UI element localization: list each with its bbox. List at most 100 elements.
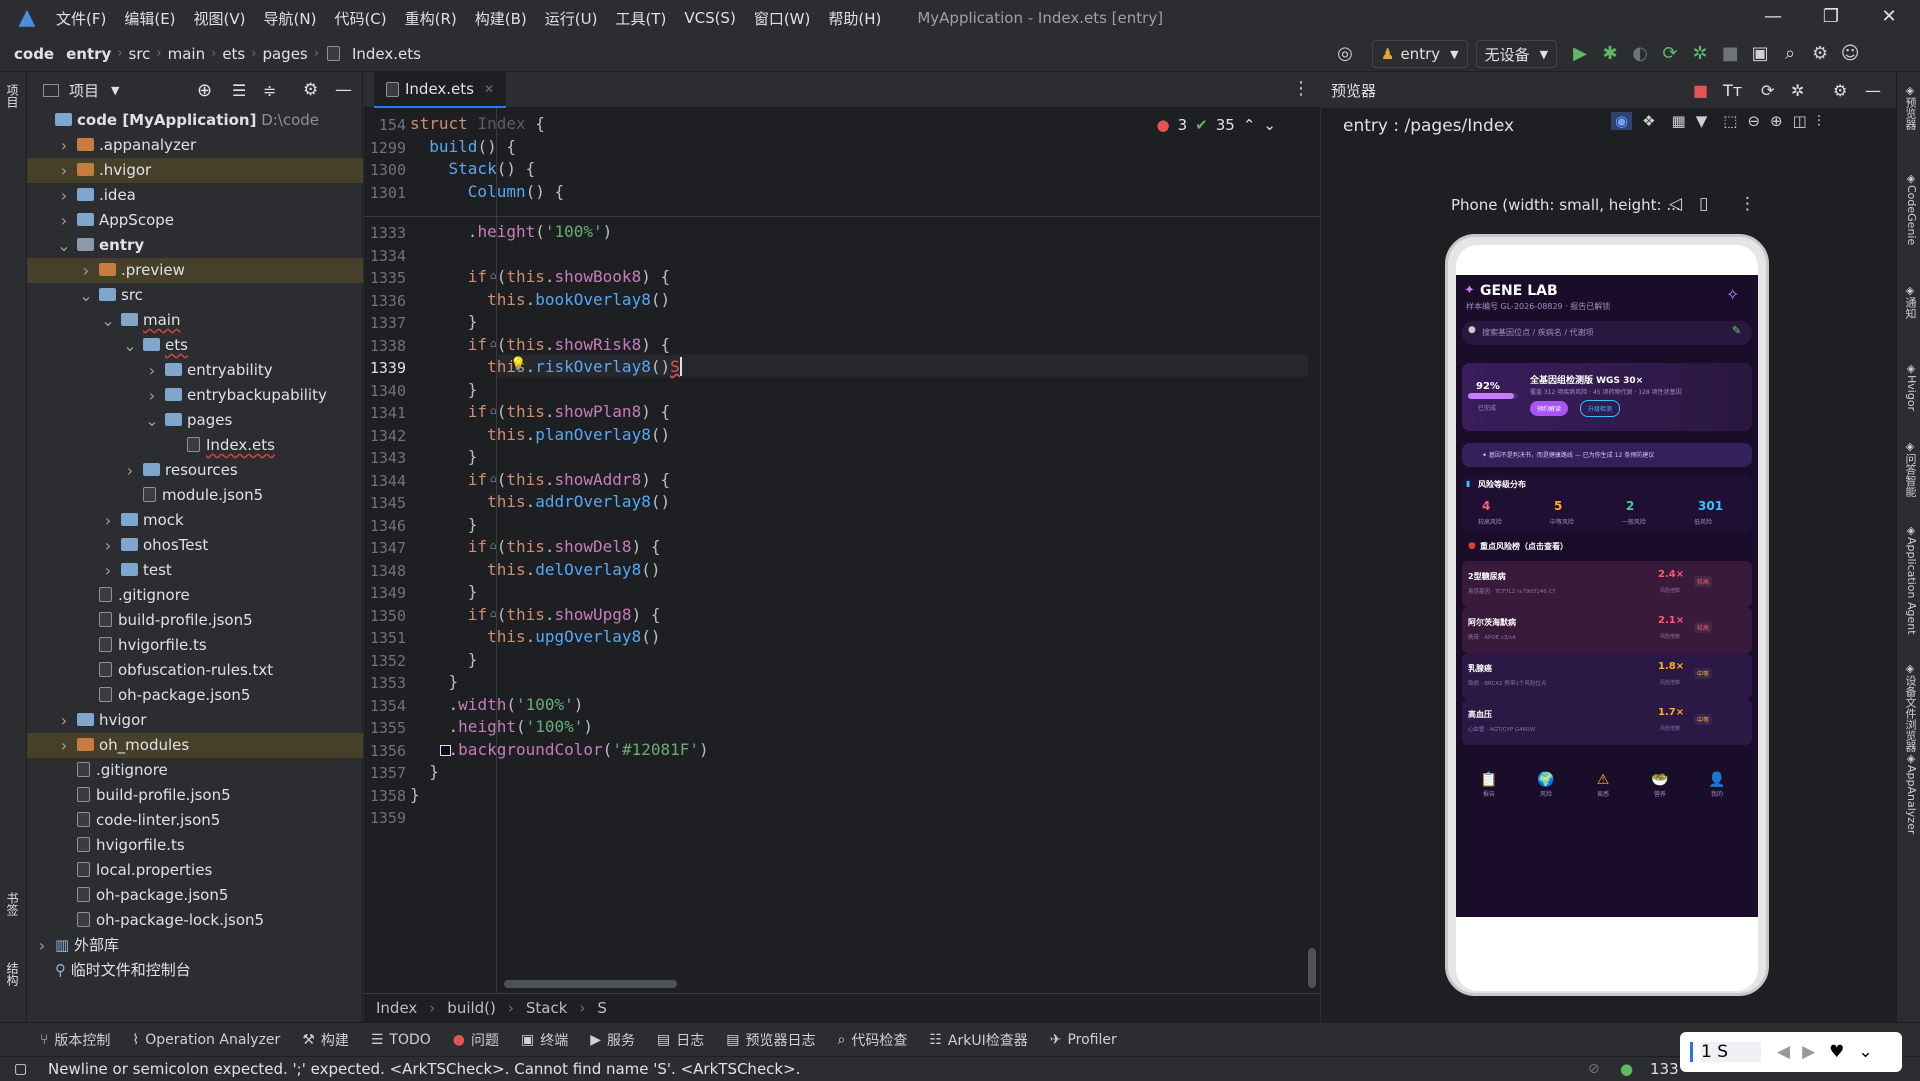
debug-icon[interactable]: ✱	[1595, 39, 1625, 69]
sticky-code-line[interactable]: build() {	[410, 137, 516, 156]
problems-indicator[interactable]: ● 3 ✔ 35 ⌃ ⌄	[1157, 116, 1276, 134]
zoom-in-icon[interactable]: ⊕	[1770, 112, 1783, 130]
code-line[interactable]: if (this.showBook8) {	[410, 267, 670, 286]
close-window-icon[interactable]: ✕	[1860, 0, 1918, 36]
chevron-down-icon[interactable]: ▼	[111, 84, 119, 97]
project-tool-button[interactable]: 项目	[5, 84, 21, 108]
ime-next-icon[interactable]: ▶	[1802, 1042, 1815, 1062]
menu-view[interactable]: 视图(V)	[194, 8, 246, 29]
chevron-right-icon[interactable]: ›	[79, 258, 93, 283]
breadcrumb-struct[interactable]: Index	[376, 999, 417, 1017]
arkui-inspector-button[interactable]: ☷ ArkUI检查器	[929, 1030, 1027, 1050]
breadcrumb-code[interactable]: code	[14, 45, 54, 63]
stop-icon[interactable]: ■	[1715, 39, 1745, 69]
layout-icon[interactable]: ▢	[14, 1057, 27, 1081]
more-options-icon[interactable]: ⋮	[1292, 78, 1310, 99]
code-line[interactable]: this.delOverlay8()	[410, 560, 660, 579]
breadcrumb-src[interactable]: src	[129, 45, 151, 63]
menu-navigate[interactable]: 导航(N)	[264, 8, 317, 29]
problems-tool-button[interactable]: ● 问题	[453, 1030, 499, 1050]
breadcrumb-ets[interactable]: ets	[222, 45, 245, 63]
zoom-out-icon[interactable]: ⊖	[1747, 112, 1760, 130]
sticky-code-line[interactable]: Stack() {	[410, 159, 536, 178]
tree-item[interactable]: build-profile.json5	[27, 783, 363, 808]
breadcrumb-build[interactable]: build()	[447, 999, 496, 1017]
tree-item[interactable]: .gitignore	[27, 583, 363, 608]
menu-code[interactable]: 代码(C)	[334, 8, 386, 29]
todo-tool-button[interactable]: ☰ TODO	[371, 1032, 431, 1048]
color-swatch-icon[interactable]	[440, 744, 451, 756]
hide-panel-icon[interactable]: —	[335, 80, 352, 100]
tree-item[interactable]: › .preview	[27, 258, 363, 283]
profiler-button[interactable]: ✈ Profiler	[1050, 1032, 1117, 1048]
tree-item[interactable]: build-profile.json5	[27, 608, 363, 633]
edit-icon[interactable]: ✎	[1732, 324, 1741, 337]
code-line[interactable]: if (this.showUpg8) {	[410, 605, 661, 624]
stop-preview-icon[interactable]: ■	[1693, 81, 1708, 100]
tree-item[interactable]: ⌄ src	[27, 283, 363, 308]
code-line[interactable]: }	[410, 672, 459, 691]
account-icon[interactable]: ☺	[1835, 39, 1865, 69]
chevron-down-icon[interactable]: ⌄	[123, 333, 137, 358]
code-line[interactable]: .height('100%')	[410, 717, 594, 736]
run-icon[interactable]: ▶	[1565, 39, 1595, 69]
search-input[interactable]: ● 搜索基因位点 / 疾病名 / 代谢项 ✎	[1462, 321, 1752, 345]
expand-all-icon[interactable]: ☰	[232, 81, 246, 100]
code-line[interactable]: }	[410, 515, 478, 534]
tree-item[interactable]: ⌄ main	[27, 308, 363, 333]
chevron-right-icon[interactable]: ›	[57, 708, 71, 733]
menu-help[interactable]: 帮助(H)	[828, 8, 881, 29]
risk-item[interactable]: 阿尔茨海默病 携带 · APOE ε3/ε4 2.1× 风险倍数 较高	[1462, 607, 1752, 653]
upgrade-test-button[interactable]: 升级检测	[1580, 400, 1621, 417]
caret-position[interactable]: 133	[1650, 1057, 1679, 1081]
operation-analyzer-button[interactable]: ⌇ Operation Analyzer	[132, 1032, 280, 1048]
chevron-right-icon[interactable]: ›	[35, 933, 49, 958]
chevron-right-icon[interactable]: ›	[145, 383, 159, 408]
chevron-right-icon[interactable]: ›	[101, 508, 115, 533]
options-gear-icon[interactable]: ⚙	[303, 80, 318, 100]
settings-gear-icon[interactable]: ⚙	[1805, 39, 1835, 69]
breadcrumb-file[interactable]: Index.ets	[352, 45, 421, 63]
breadcrumb-pages[interactable]: pages	[262, 45, 307, 63]
tree-item[interactable]: › .appanalyzer	[27, 133, 363, 158]
tab-index-ets[interactable]: Index.ets ✕	[374, 72, 507, 108]
maximize-icon[interactable]: ❐	[1802, 0, 1860, 36]
fit-screen-icon[interactable]: ⬚	[1723, 112, 1737, 130]
right-tool-agent[interactable]: ◈ Application Agent	[1900, 524, 1918, 635]
minimize-icon[interactable]: —	[1744, 0, 1802, 36]
locate-icon[interactable]: ⊕	[197, 80, 212, 101]
menu-file[interactable]: 文件(F)	[56, 8, 106, 29]
tree-item[interactable]: code-linter.json5	[27, 808, 363, 833]
menu-vcs[interactable]: VCS(S)	[684, 9, 735, 27]
tree-item[interactable]: ⚲ 临时文件和控制台	[27, 958, 363, 983]
lightbulb-icon[interactable]: 💡	[510, 357, 526, 372]
test-package-card[interactable]: 92% 已完成 全基因组检测版 WGS 30× 覆盖 312 项疾病风险 · 4…	[1462, 363, 1752, 431]
project-structure-icon[interactable]: ▣	[1745, 39, 1775, 69]
build-tool-button[interactable]: ⚒ 构建	[302, 1030, 349, 1050]
menu-window[interactable]: 窗口(W)	[754, 8, 811, 29]
preview-settings-icon[interactable]: ⚙	[1833, 81, 1847, 100]
breadcrumb-symbol[interactable]: S	[597, 999, 607, 1017]
sticky-code-line[interactable]: Column() {	[410, 182, 564, 201]
code-line[interactable]: }	[410, 380, 478, 399]
chevron-down-icon[interactable]: ⌄	[79, 283, 93, 308]
menu-tools[interactable]: 工具(T)	[615, 8, 666, 29]
layers-icon[interactable]: ❖	[1642, 112, 1655, 130]
notice-banner[interactable]: ✦ 基因不是判决书，而是健康路线 — 已为你生成 12 条预防建议	[1462, 443, 1752, 467]
tab-report[interactable]: 📋 报告	[1464, 771, 1514, 798]
menu-refactor[interactable]: 重构(R)	[405, 8, 457, 29]
breadcrumb-stack[interactable]: Stack	[526, 999, 568, 1017]
font-size-icon[interactable]: Tт	[1723, 81, 1742, 100]
breadcrumb-main[interactable]: main	[168, 45, 205, 63]
structure-tool-button[interactable]: 结构	[5, 962, 21, 986]
right-tool-codegenie[interactable]: ◈ CodeGenie	[1900, 172, 1918, 245]
log-tool-button[interactable]: ▤ 日志	[657, 1030, 704, 1050]
original-size-icon[interactable]: ◫	[1793, 112, 1807, 130]
ruler-icon[interactable]: ⫶	[1817, 112, 1821, 130]
tree-item[interactable]: › hvigor	[27, 708, 363, 733]
next-problem-icon[interactable]: ⌄	[1263, 116, 1276, 134]
code-line[interactable]: .backgroundColor('#12081F')	[410, 740, 709, 759]
tree-item[interactable]: › ohosTest	[27, 533, 363, 558]
inspector-icon[interactable]: ✲	[1791, 81, 1804, 100]
risk-item[interactable]: 2型糖尿病 易感基因 · TCF7L2 rs7903146 CT 2.4× 风险倍数 较…	[1462, 561, 1752, 607]
